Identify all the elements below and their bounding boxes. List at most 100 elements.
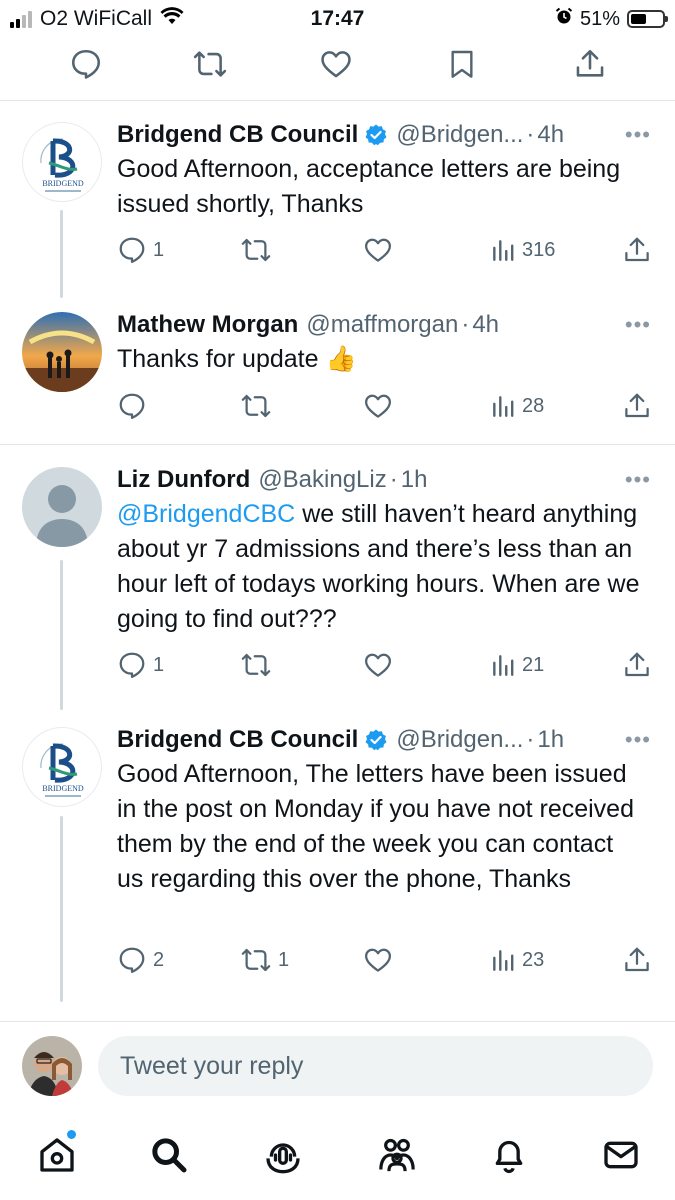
share-icon[interactable] <box>568 42 612 86</box>
reply-button[interactable] <box>117 388 153 424</box>
share-button[interactable] <box>622 232 652 268</box>
share-icon <box>625 393 649 418</box>
display-name[interactable]: Bridgend CB Council <box>117 121 358 149</box>
views-button[interactable]: 23 <box>490 942 544 978</box>
avatar[interactable] <box>22 467 102 547</box>
timestamp: 4h <box>472 311 500 338</box>
reply-button[interactable]: 2 <box>117 942 164 978</box>
share-icon <box>625 237 649 262</box>
more-options-icon[interactable]: ••• <box>625 118 651 152</box>
search-icon <box>152 1138 187 1173</box>
share-icon <box>625 947 649 972</box>
search-tab[interactable] <box>144 1130 194 1180</box>
divider <box>0 444 675 445</box>
reply-button[interactable]: 1 <box>117 647 164 683</box>
share-button[interactable] <box>622 388 652 424</box>
timestamp: 4h <box>537 121 565 148</box>
main-tweet-actions <box>0 42 675 86</box>
views-button[interactable]: 316 <box>490 232 555 268</box>
thumbs-up-emoji: 👍 <box>325 345 357 373</box>
reply-button[interactable]: 1 <box>117 232 164 268</box>
share-button[interactable] <box>622 942 652 978</box>
share-button[interactable] <box>622 647 652 683</box>
like-icon[interactable] <box>314 42 358 86</box>
more-options-icon[interactable]: ••• <box>625 463 651 497</box>
like-button[interactable] <box>363 232 393 268</box>
view-count: 23 <box>522 948 545 971</box>
reply-icon <box>119 393 145 419</box>
like-button[interactable] <box>363 647 393 683</box>
battery-icon <box>627 10 668 28</box>
display-name[interactable]: Mathew Morgan <box>117 311 298 339</box>
views-icon <box>493 655 514 676</box>
timestamp: 1h <box>537 726 565 753</box>
logo-text: BRIDGEND <box>42 179 84 188</box>
verified-badge-icon <box>364 123 388 147</box>
display-name[interactable]: Bridgend CB Council <box>117 726 358 754</box>
tweet-actions: 2 1 23 <box>0 942 675 978</box>
retweet-button[interactable] <box>240 388 278 424</box>
timestamp: 1h <box>400 466 428 493</box>
reply-icon[interactable] <box>64 42 108 86</box>
retweet-icon[interactable] <box>188 42 232 86</box>
divider <box>0 1021 675 1022</box>
avatar[interactable] <box>22 312 102 392</box>
tweet-actions: 1 21 <box>0 647 675 683</box>
retweet-button[interactable]: 1 <box>240 942 289 978</box>
avatar[interactable]: BRIDGEND <box>22 727 102 807</box>
retweet-button[interactable] <box>240 647 278 683</box>
tweet-actions: 1 316 <box>0 232 675 268</box>
share-icon <box>625 652 649 677</box>
like-icon <box>365 394 391 418</box>
like-button[interactable] <box>363 388 393 424</box>
home-icon <box>40 1138 74 1172</box>
default-avatar-icon <box>36 485 88 547</box>
thread-line <box>60 560 63 710</box>
views-icon <box>493 240 514 261</box>
display-name[interactable]: Liz Dunford <box>117 466 250 494</box>
tweet-header: Liz Dunford @BakingLiz · 1h <box>117 463 427 497</box>
handle: @Bridgen... <box>396 121 524 148</box>
notifications-tab[interactable] <box>484 1130 534 1180</box>
alarm-icon <box>555 7 573 31</box>
reply-count: 1 <box>153 238 165 261</box>
messages-icon <box>604 1141 638 1169</box>
mention-link[interactable]: @BridgendCBC <box>117 500 295 528</box>
avatar[interactable]: BRIDGEND <box>22 122 102 202</box>
user-avatar[interactable] <box>22 1036 82 1096</box>
retweet-button[interactable] <box>240 232 278 268</box>
divider <box>0 100 675 101</box>
reply-icon <box>119 652 145 678</box>
notifications-icon <box>495 1140 523 1174</box>
tweet-text-container: Thanks for update 👍 <box>117 342 647 377</box>
handle: @BakingLiz <box>258 466 387 493</box>
views-icon <box>493 396 514 417</box>
views-button[interactable]: 28 <box>490 388 544 424</box>
tweet-actions: 28 <box>0 388 675 424</box>
home-tab[interactable] <box>32 1130 82 1180</box>
tweet-text: Thanks for update <box>117 345 319 373</box>
bottom-tab-bar <box>0 1130 675 1186</box>
retweet-count: 1 <box>278 948 290 971</box>
communities-icon <box>379 1138 415 1172</box>
handle: @Bridgen... <box>396 726 524 753</box>
separator-dot: · <box>526 726 535 753</box>
reply-input[interactable]: Tweet your reply <box>98 1036 653 1096</box>
like-button[interactable] <box>363 942 393 978</box>
spaces-tab[interactable] <box>258 1130 308 1180</box>
bridgend-logo-icon: BRIDGEND <box>40 743 84 797</box>
reply-icon <box>119 237 145 263</box>
retweet-icon <box>241 653 271 677</box>
views-button[interactable]: 21 <box>490 647 544 683</box>
tweet-text: Good Afternoon, The letters have been is… <box>117 760 634 893</box>
more-options-icon[interactable]: ••• <box>625 308 651 342</box>
messages-tab[interactable] <box>596 1130 646 1180</box>
battery-percent: 51% <box>579 7 620 30</box>
more-options-icon[interactable]: ••• <box>625 723 651 757</box>
status-right: 51% <box>555 7 668 31</box>
separator-dot: · <box>461 311 470 338</box>
like-icon <box>365 948 391 972</box>
communities-tab[interactable] <box>372 1130 422 1180</box>
reply-count: 2 <box>153 948 165 971</box>
bookmark-icon[interactable] <box>440 42 484 86</box>
